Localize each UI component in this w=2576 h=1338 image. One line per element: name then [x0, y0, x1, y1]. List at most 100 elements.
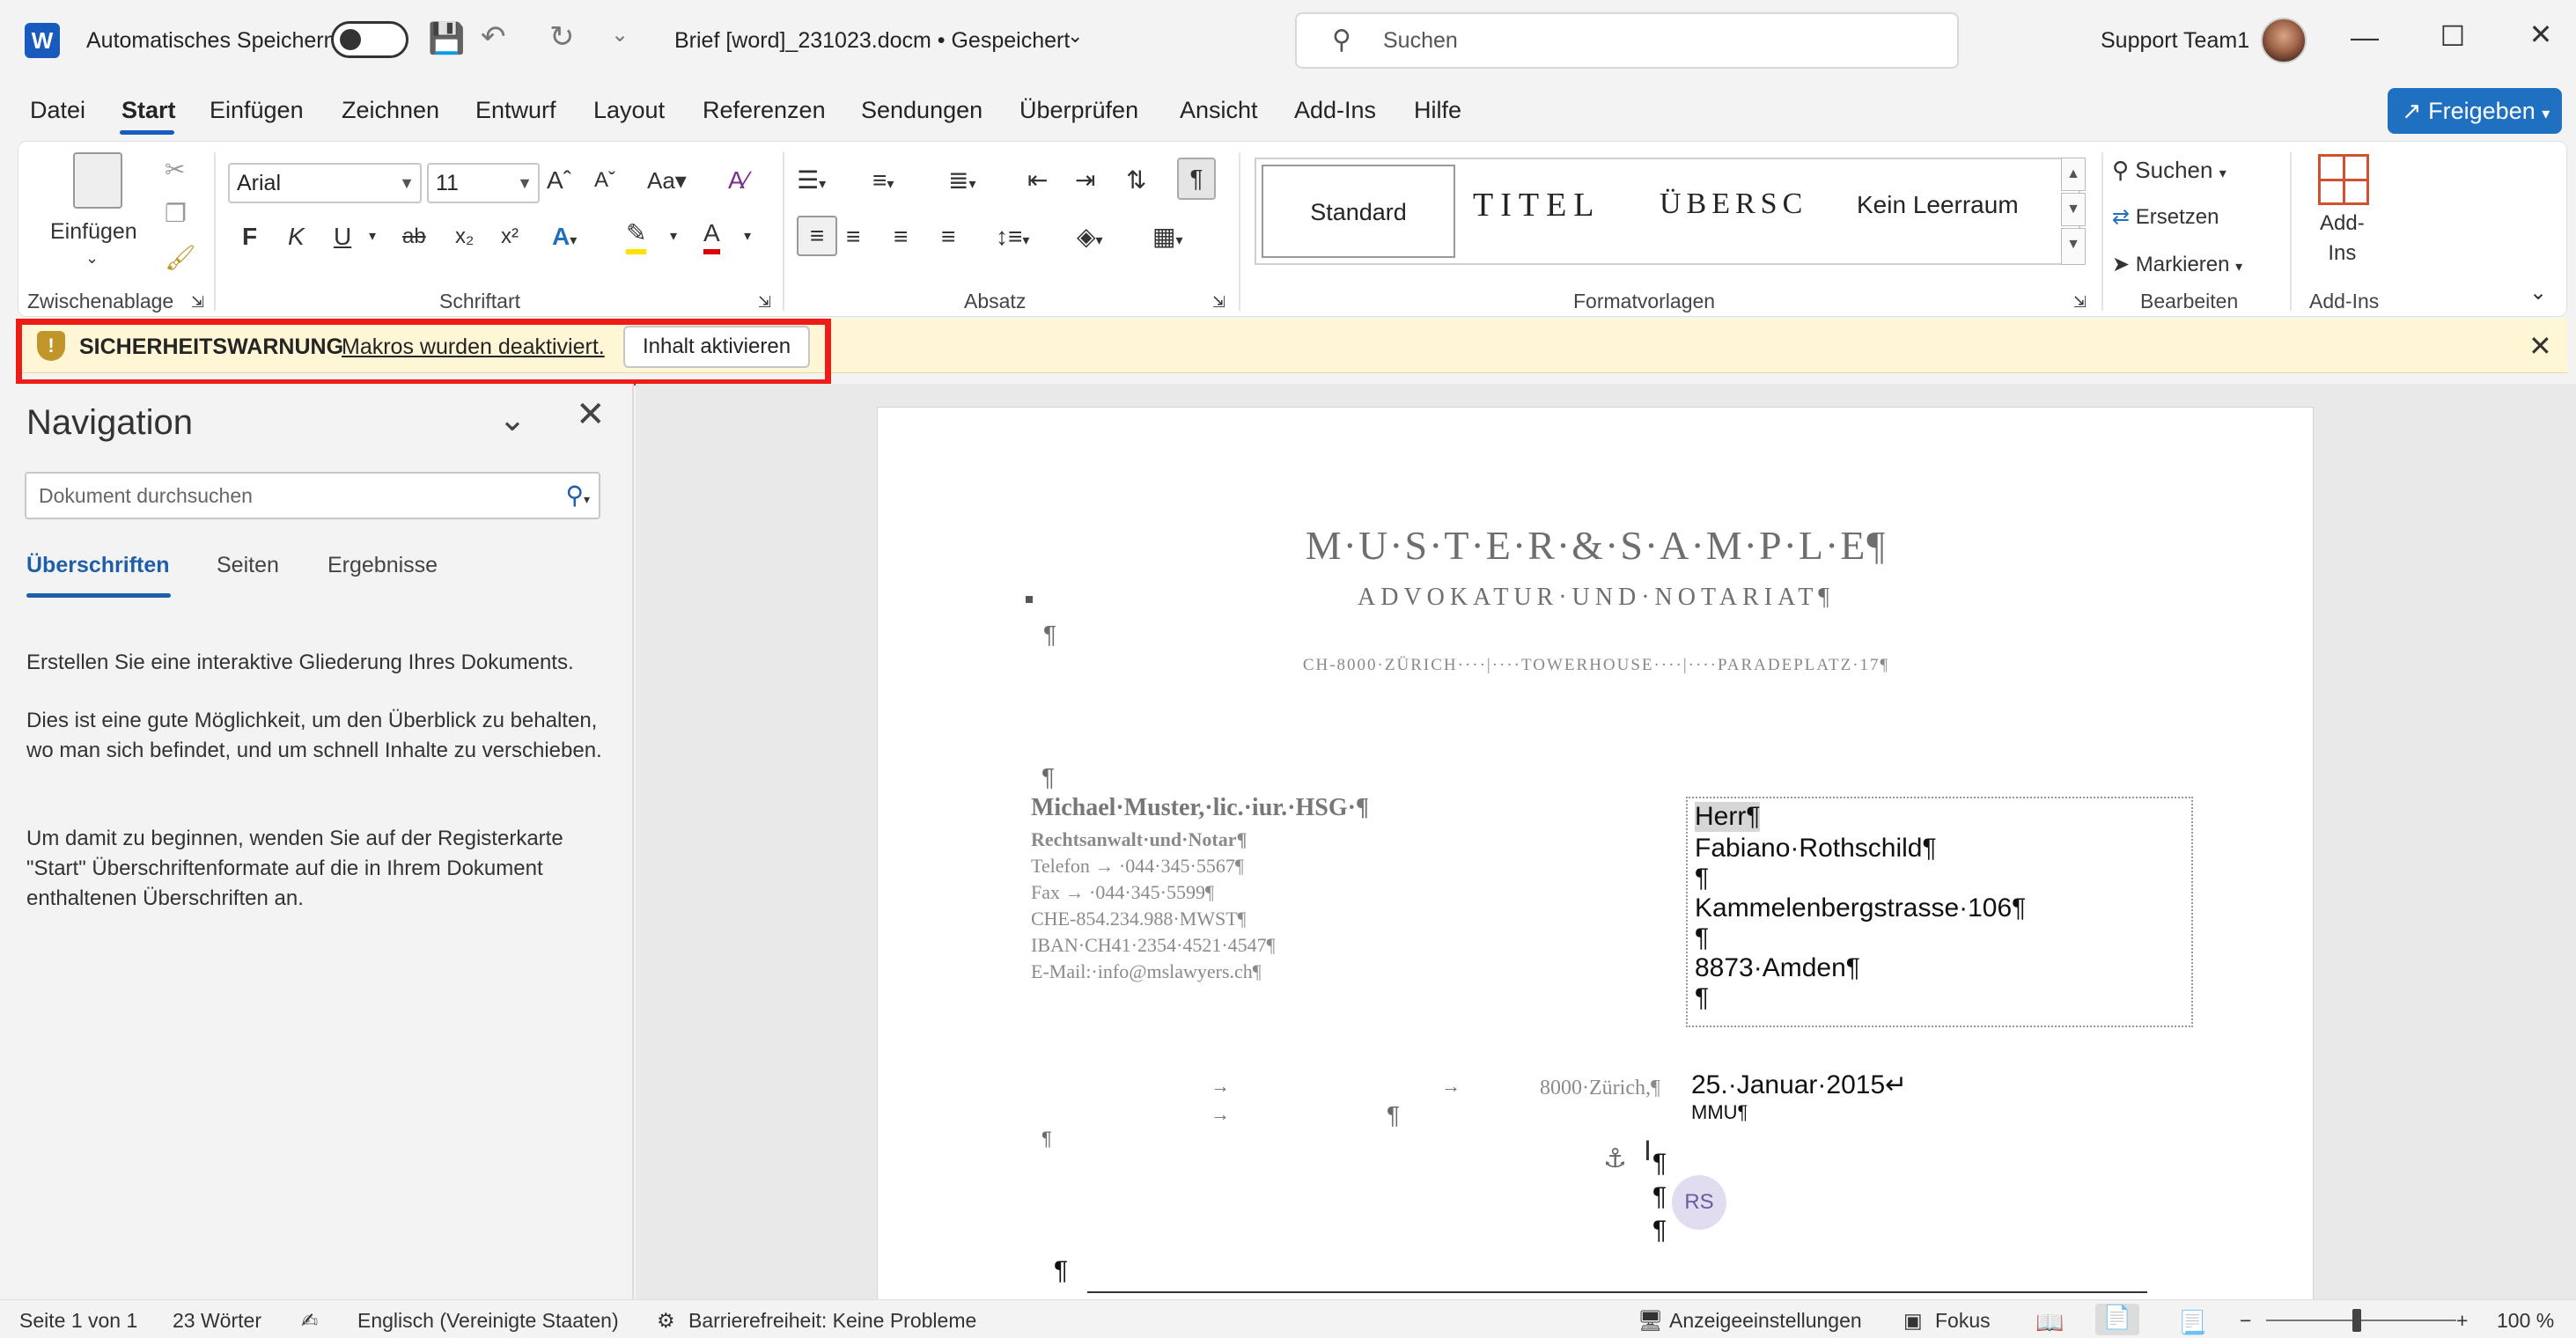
copy-icon[interactable]: ❐ — [165, 195, 187, 233]
paste-chevron-icon[interactable]: ⌄ — [85, 239, 99, 277]
tab-einfuegen[interactable]: Einfügen — [210, 97, 304, 124]
language[interactable]: Englisch (Vereinigte Staaten) — [357, 1309, 619, 1333]
tab-pages[interactable]: Seiten — [217, 553, 279, 578]
document-title[interactable]: Brief [word]_231023.docm • Gespeichert — [674, 28, 1070, 54]
proofing-icon[interactable]: ✍ — [301, 1309, 318, 1333]
tab-hilfe[interactable]: Hilfe — [1414, 97, 1461, 124]
show-formatting-marks-icon[interactable]: ¶ — [1177, 158, 1216, 200]
zoom-slider-thumb[interactable] — [2352, 1309, 2361, 1332]
page-count[interactable]: Seite 1 von 1 — [19, 1309, 137, 1333]
tab-start[interactable]: Start — [121, 97, 176, 124]
highlight-chevron-icon[interactable]: ▾ — [670, 217, 677, 256]
shrink-font-icon[interactable]: Aˇ — [594, 161, 615, 200]
recipient-address-box[interactable]: Herr¶ Fabiano·Rothschild¶ ¶ Kammelenberg… — [1686, 797, 2193, 1027]
format-painter-icon[interactable]: 🖌 — [165, 239, 196, 277]
increase-indent-icon[interactable]: ⇥ — [1075, 161, 1095, 200]
clear-formatting-icon[interactable]: A∕ — [728, 161, 748, 200]
align-right-icon[interactable]: ≡ — [894, 217, 908, 256]
focus-mode[interactable]: Fokus — [1935, 1309, 1991, 1333]
document-canvas[interactable]: M·U·S·T·E·R·&·S·A·M·P·L·E¶ ADVOKATUR·UND… — [636, 384, 2576, 1299]
styles-more-icon[interactable]: ▼ — [2061, 228, 2086, 265]
minimize-icon[interactable]: — — [2338, 21, 2391, 54]
styles-scroll-down-icon[interactable]: ▼ — [2061, 193, 2086, 226]
clipboard-launcher-icon[interactable]: ⇲ — [191, 283, 204, 321]
accessibility-status[interactable]: Barrierefreiheit: Keine Probleme — [688, 1309, 976, 1333]
font-size-select[interactable]: 11 ▼ — [427, 163, 540, 203]
paragraph-launcher-icon[interactable]: ⇲ — [1212, 283, 1225, 321]
pane-options-chevron-icon[interactable]: ⌄ — [498, 400, 526, 439]
add-ins-button[interactable]: Add- Ins — [2320, 209, 2365, 268]
font-launcher-icon[interactable]: ⇲ — [758, 283, 771, 321]
tab-results[interactable]: Ergebnisse — [328, 553, 438, 578]
align-left-icon[interactable]: ≡ — [797, 216, 837, 256]
grow-font-icon[interactable]: Aˆ — [547, 161, 571, 200]
user-avatar[interactable] — [2261, 18, 2307, 63]
shading-icon[interactable]: ◈▾ — [1077, 217, 1103, 261]
style-ueberschrift[interactable]: ÜBERSC — [1660, 187, 1807, 221]
replace-button[interactable]: ⇄ Ersetzen — [2112, 198, 2219, 237]
web-layout-icon[interactable]: 📃 — [2178, 1309, 2206, 1336]
font-name-select[interactable]: Arial ▼ — [228, 163, 422, 203]
align-center-icon[interactable]: ≡ — [846, 217, 860, 256]
customize-qat-icon[interactable]: ⌄ — [611, 18, 629, 53]
font-color-icon[interactable]: A — [703, 217, 720, 254]
print-layout-icon[interactable]: 📄 — [2095, 1304, 2139, 1335]
tab-ueberpruefen[interactable]: Überprüfen — [1019, 97, 1138, 124]
zoom-slider-track[interactable] — [2266, 1320, 2456, 1321]
close-security-bar-icon[interactable]: ✕ — [2528, 329, 2552, 363]
style-kein-leerraum[interactable]: Kein Leerraum — [1857, 191, 2019, 219]
subscript-icon[interactable]: x₂ — [455, 217, 474, 256]
title-chevron-down-icon[interactable]: ⌄ — [1067, 25, 1083, 48]
numbering-icon[interactable]: ≡▾ — [872, 161, 894, 204]
autosave-toggle[interactable] — [331, 21, 408, 58]
font-color-chevron-icon[interactable]: ▾ — [744, 217, 751, 256]
add-ins-icon[interactable] — [2318, 154, 2369, 205]
bold-button[interactable]: F — [242, 217, 257, 256]
highlight-color-icon[interactable]: ✎ — [626, 217, 647, 254]
text-effects-icon[interactable]: A▾ — [552, 217, 577, 261]
maximize-icon[interactable]: ☐ — [2426, 19, 2479, 53]
styles-scroll-up-icon[interactable]: ▲ — [2061, 158, 2086, 191]
zoom-out-icon[interactable]: − — [2240, 1309, 2251, 1333]
share-button[interactable]: ↗ Freigeben ▾ — [2388, 88, 2562, 134]
read-mode-icon[interactable]: 📖 — [2035, 1309, 2064, 1336]
underline-button[interactable]: U — [334, 217, 351, 256]
style-standard[interactable]: Standard — [1262, 165, 1455, 258]
close-window-icon[interactable]: ✕ — [2514, 18, 2567, 51]
close-pane-icon[interactable]: ✕ — [576, 394, 606, 435]
underline-chevron-icon[interactable]: ▾ — [369, 217, 376, 256]
tab-datei[interactable]: Datei — [30, 97, 85, 124]
tab-zeichnen[interactable]: Zeichnen — [342, 97, 439, 124]
style-titel[interactable]: TITEL — [1473, 186, 1601, 224]
italic-button[interactable]: K — [288, 217, 305, 256]
select-button[interactable]: ➤ Markieren ▾ — [2112, 246, 2242, 287]
sort-icon[interactable]: ⇅ — [1126, 161, 1146, 200]
display-settings[interactable]: Anzeigeeinstellungen — [1669, 1309, 1862, 1333]
comment-author-badge[interactable]: RS — [1672, 1175, 1726, 1230]
redo-icon[interactable]: ↻ — [549, 19, 575, 55]
change-case-icon[interactable]: Aa▾ — [647, 161, 687, 200]
word-count[interactable]: 23 Wörter — [173, 1309, 261, 1333]
justify-icon[interactable]: ≡ — [941, 217, 955, 256]
tab-sendungen[interactable]: Sendungen — [861, 97, 983, 124]
line-spacing-icon[interactable]: ↕≡▾ — [996, 217, 1029, 261]
tab-headings[interactable]: Überschriften — [26, 553, 170, 578]
tab-entwurf[interactable]: Entwurf — [475, 97, 556, 124]
strikethrough-icon[interactable]: ab — [402, 217, 426, 256]
borders-icon[interactable]: ▦▾ — [1152, 217, 1183, 261]
multilevel-list-icon[interactable]: ≣▾ — [948, 161, 976, 204]
zoom-level[interactable]: 100 % — [2497, 1309, 2554, 1333]
paste-clipboard-icon[interactable] — [73, 152, 122, 209]
document-page[interactable]: M·U·S·T·E·R·&·S·A·M·P·L·E¶ ADVOKATUR·UND… — [877, 407, 2314, 1299]
save-icon[interactable]: 💾 — [428, 21, 465, 56]
superscript-icon[interactable]: x² — [501, 217, 519, 256]
tab-ansicht[interactable]: Ansicht — [1180, 97, 1258, 124]
styles-launcher-icon[interactable]: ⇲ — [2073, 283, 2087, 321]
document-search-input[interactable]: Dokument durchsuchen ⚲▾ — [25, 472, 600, 519]
search-box[interactable]: ⚲ Suchen — [1295, 12, 1959, 69]
search-icon[interactable]: ⚲▾ — [565, 474, 590, 521]
cut-icon[interactable]: ✂ — [165, 151, 185, 189]
tab-layout[interactable]: Layout — [593, 97, 665, 124]
tab-referenzen[interactable]: Referenzen — [703, 97, 826, 124]
collapse-ribbon-icon[interactable]: ⌄ — [2529, 274, 2547, 312]
